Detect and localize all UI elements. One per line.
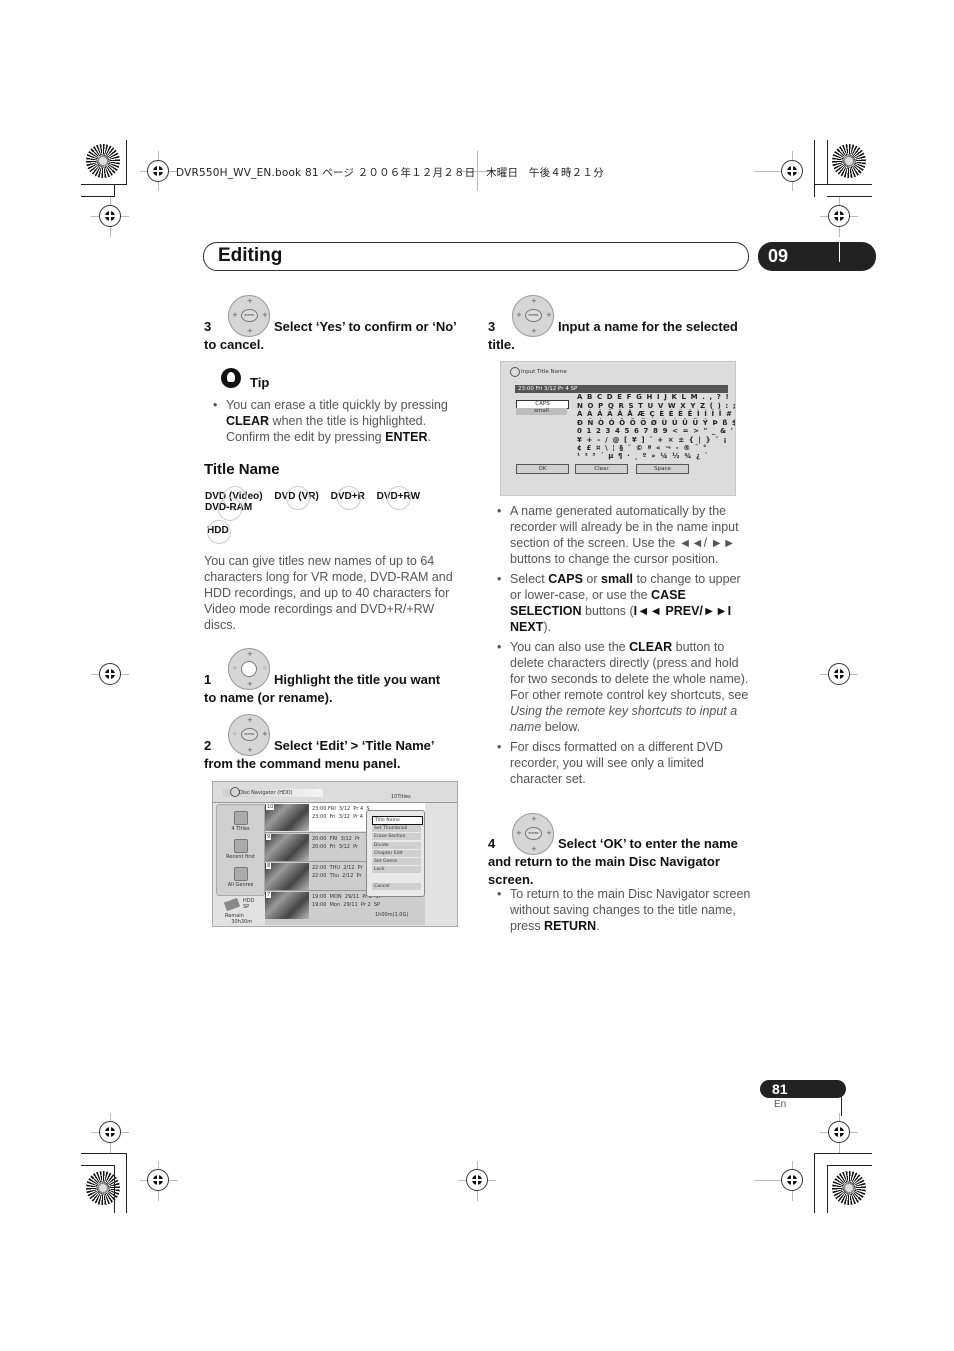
text-run: or [582,572,602,586]
registration-crosshair-icon [828,1121,850,1143]
ok-button[interactable]: OK [516,464,569,474]
menu-item-set-genre[interactable]: Set Genre [372,858,421,865]
text-run: For discs formatted on a different DVD r… [510,740,724,786]
badge-dvd-plus-r: DVD+R [330,485,365,510]
text-run: You can also use the [510,640,630,654]
titles-list-icon [234,811,248,825]
page-number-badge: 81 [760,1080,846,1098]
char-row[interactable]: 0 1 2 3 4 5 6 7 8 9 < = > " _ & ' [577,427,734,435]
filter-genres: All Genres [227,882,254,888]
bold-term: ENTER [385,430,428,444]
title-duration: 1h00m(1.0G) [375,912,409,918]
sort-icon [234,839,248,853]
char-row[interactable]: À Á Â Ã Ä Å Æ Ç È É Ê Ë Ì Í Î Ï # [577,410,733,418]
input-title-heading: Input Title Name [521,369,567,375]
intro-paragraph: You can give titles new names of up to 6… [204,554,453,632]
text-run: ). [543,620,551,634]
registration-crosshair-icon [147,1169,169,1191]
registration-crosshair-icon [828,663,850,685]
registration-crosshair-icon [99,663,121,685]
text-run: . [596,919,600,933]
step-4-note: To return to the main Disc Navigator scr… [497,886,755,938]
title-name-input[interactable]: 23:00 Fri 3/12 Pr 4 SP [515,385,728,393]
registration-starburst-icon [832,144,866,178]
menu-item-chapter-edit[interactable]: Chapter Edit [372,850,421,857]
registration-crosshair-icon [781,160,803,182]
bold-term: small [601,572,633,586]
chapter-title: Editing [218,245,283,266]
step-1: 1 Highlight the title you want to name (o… [204,672,441,705]
menu-item-lock[interactable]: Lock [372,866,421,873]
bullet-item: A name generated automatically by the re… [497,503,755,567]
tip-lightbulb-icon [221,368,241,388]
page-number: 81 [772,1081,788,1097]
text-run: below. [541,720,581,734]
space-button[interactable]: Space [636,464,689,474]
navigator-left-panel: 4 Titles Recent first All Genres [216,804,265,896]
bold-term: CLEAR [629,640,673,654]
step-4: 4 Select ‘OK’ to enter the name and retur… [488,836,738,887]
bold-term: CLEAR [226,414,270,428]
bold-term: CAPS [548,572,583,586]
registration-crosshair-icon [99,1121,121,1143]
menu-item-erase-section[interactable]: Erase Section [372,833,421,840]
step-2: 2 Select ‘Edit’ > ‘Title Name’ from the c… [204,738,435,771]
text-run: A name generated automatically by the re… [510,504,739,566]
menu-item-set-thumbnail[interactable]: Set Thumbnail [372,825,421,832]
menu-item-title-name[interactable]: Title Name [372,816,423,825]
print-header-text: DVR550H_WV_EN.book 81 ページ ２００６年１２月２８日 木曜… [176,167,604,179]
help-icon [510,367,520,377]
title-count: 10Titles [391,794,411,800]
filter-sort: Recent first [226,854,255,860]
disc-navigator-screenshot: Disc Navigator (HDD) 10Titles 4 Titles R… [212,781,458,927]
registration-starburst-icon [832,1171,866,1205]
disc-icon [230,787,240,797]
filter-titles: 4 Titles [231,826,250,832]
tip-text: You can erase a title quickly by pressin… [213,397,468,449]
text-run: You can erase a title quickly by pressin… [226,398,448,412]
char-row[interactable]: A B C D E F G H I J K L M . , ? ! [577,393,730,401]
command-menu: Title Name Set Thumbnail Erase Section D… [366,810,425,897]
disc-compatibility-badges: DVD (Video) DVD (VR) DVD+R DVD+RW DVD-RA… [205,485,475,521]
menu-item-cancel[interactable]: Cancel [372,883,421,890]
badge-dvd-vr: DVD (VR) [274,485,319,510]
registration-crosshair-icon [828,205,850,227]
bullet-item: Select CAPS or small to change to upper … [497,571,755,635]
storage-type: HDD SP [243,898,255,910]
step-3-right: 3 Input a name for the selected title. [488,319,738,352]
registration-crosshair-icon [781,1169,803,1191]
bullet-item: You can also use the CLEAR button to del… [497,639,755,735]
badge-hdd: HDD [206,519,231,544]
registration-crosshair-icon [466,1169,488,1191]
text-run: Select [510,572,549,586]
input-title-name-screenshot: Input Title Name 23:00 Fri 3/12 Pr 4 SP … [500,361,736,496]
name-input-bullets: A name generated automatically by the re… [497,503,755,791]
remaining-time: Remain 30h30m [225,913,253,925]
char-row[interactable]: ¹ ² ³ ´ µ ¶ · ¸ º » ¼ ½ ¾ ¿ ` [577,452,709,460]
badge-dvd-ram: DVD-RAM [205,496,253,521]
clear-button[interactable]: Clear [575,464,628,474]
badge-dvd-plus-rw: DVD+RW [376,485,421,510]
tip-label: Tip [250,375,270,390]
registration-crosshair-icon [147,160,169,182]
registration-crosshair-icon [99,205,121,227]
hdd-icon [223,897,241,912]
bullet-item: For discs formatted on a different DVD r… [497,739,755,787]
registration-starburst-icon [86,144,120,178]
small-button[interactable]: small [516,408,567,415]
step-3-left: 3 Select ‘Yes’ to confirm or ‘No’ to canc… [204,319,457,352]
genres-icon [234,867,248,881]
text-run: buttons ( [581,604,634,618]
menu-item-divide[interactable]: Divide [372,842,421,849]
language-label: En [774,1099,787,1110]
chapter-header-bar: Editing [203,242,749,271]
text-run: . [427,430,431,444]
bold-term: RETURN [544,919,597,933]
chapter-number-badge: 09 [758,242,876,271]
section-title: Title Name [204,461,280,478]
